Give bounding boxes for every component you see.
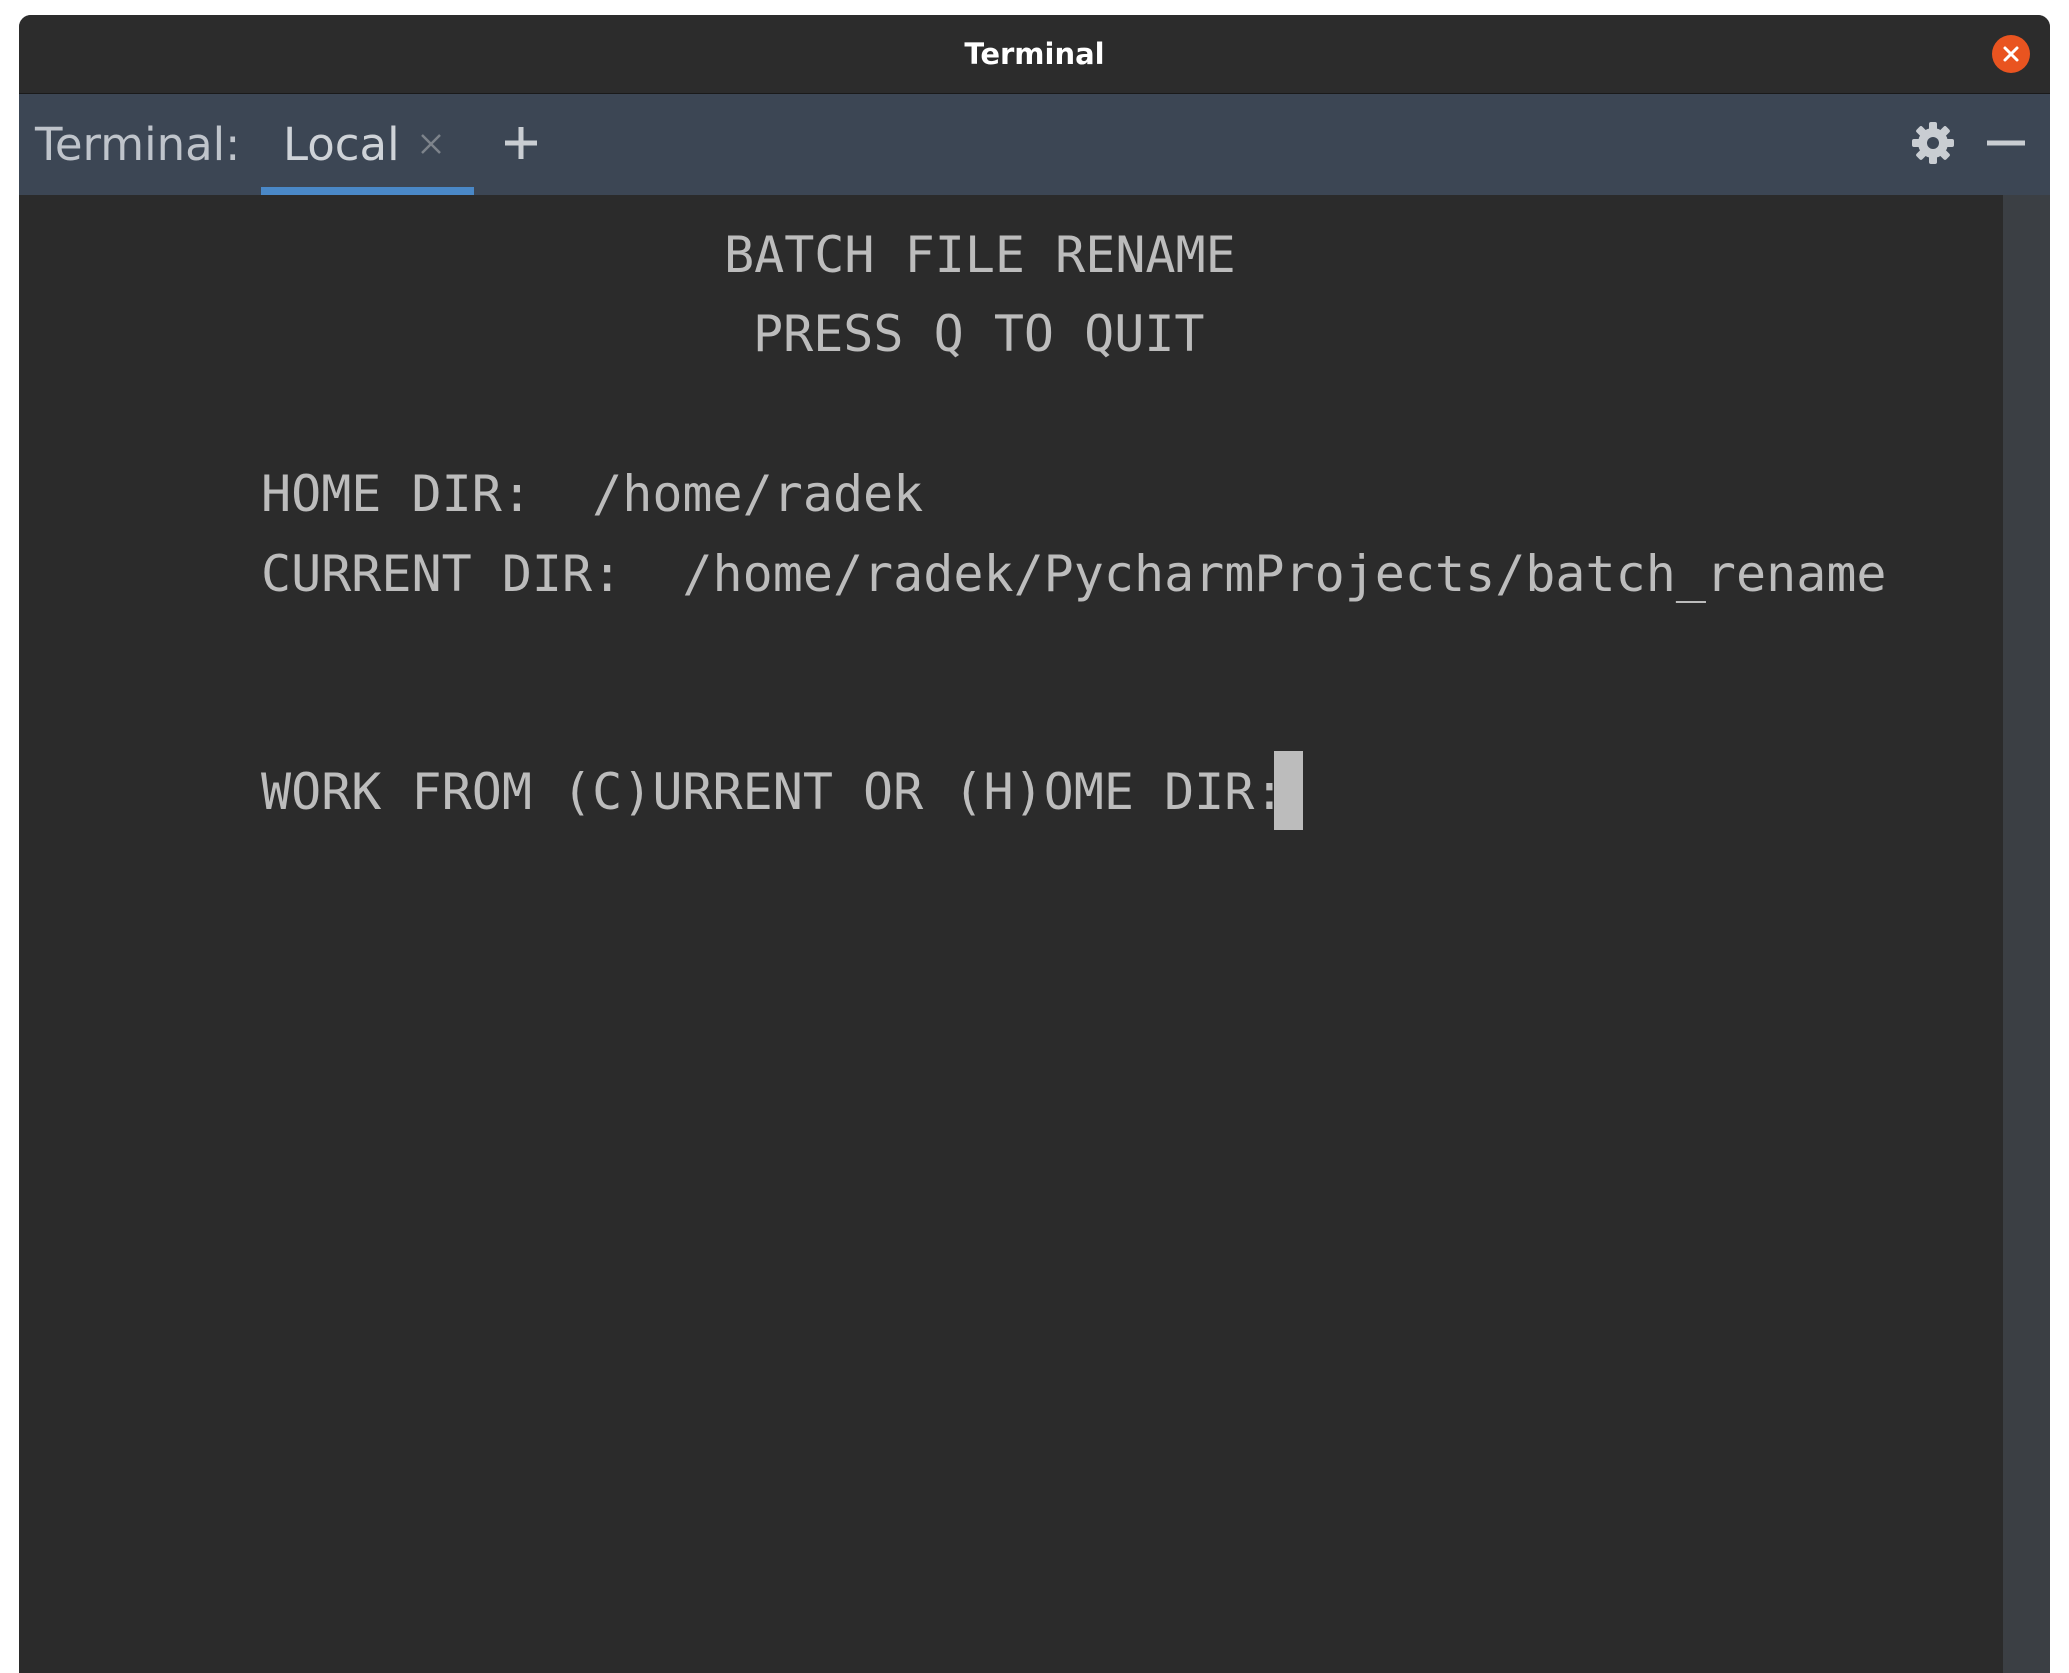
terminal-line-home-dir: HOME DIR: /home/radek (261, 465, 924, 523)
terminal-line-current-dir: CURRENT DIR: /home/radek/PycharmProjects… (261, 545, 1887, 603)
terminal-scrollbar[interactable] (2003, 195, 2050, 1673)
window-title: Terminal (964, 37, 1105, 71)
tab-close-icon[interactable] (417, 130, 445, 158)
tab-label: Local (283, 118, 400, 171)
minimize-icon[interactable] (1983, 120, 2029, 166)
terminal-line-quit-hint: PRESS Q TO QUIT (753, 305, 1205, 363)
plus-icon[interactable] (499, 121, 543, 165)
gear-icon[interactable] (1910, 120, 1956, 166)
titlebar: Terminal (19, 15, 2050, 94)
terminal-window: Terminal Terminal: Local BATCH FILE RENA… (19, 15, 2050, 1673)
terminal-line-prompt: WORK FROM (C)URRENT OR (H)OME DIR: (261, 763, 1315, 821)
active-tab-indicator (261, 187, 474, 195)
terminal-tabbar: Terminal: Local (19, 94, 2050, 195)
tabbar-label: Terminal: (35, 118, 241, 171)
tab-local[interactable]: Local (261, 94, 474, 195)
terminal-cursor (1274, 751, 1303, 830)
terminal-line-title: BATCH FILE RENAME (724, 226, 1236, 284)
close-window-button[interactable] (1992, 35, 2030, 73)
terminal-output[interactable]: BATCH FILE RENAME PRESS Q TO QUIT HOME D… (19, 195, 2003, 1673)
close-icon (2003, 46, 2019, 62)
